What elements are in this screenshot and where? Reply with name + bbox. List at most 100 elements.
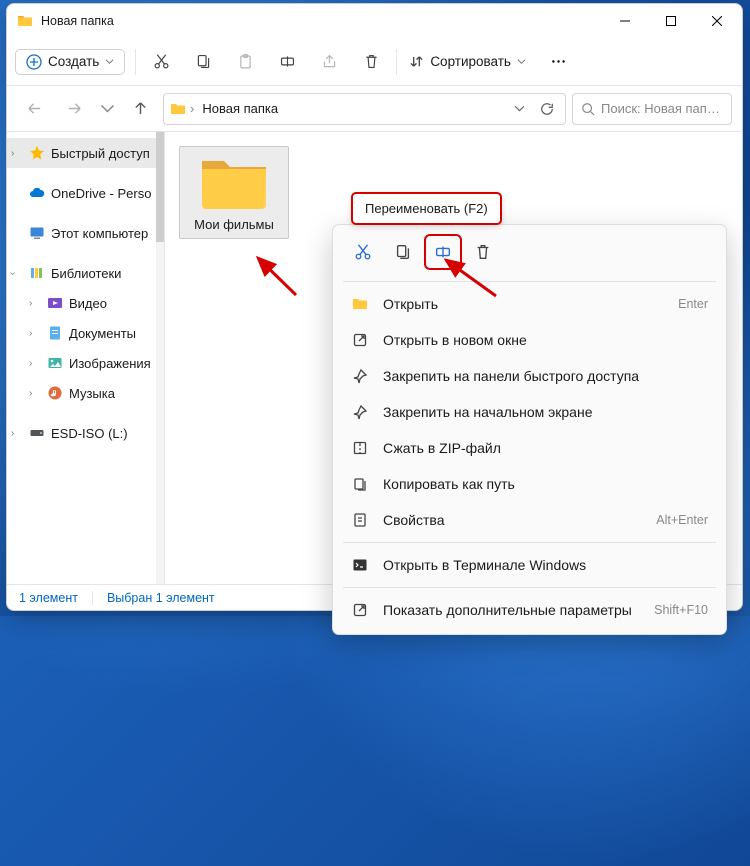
share-button[interactable] xyxy=(308,43,350,81)
sort-button-label: Сортировать xyxy=(430,54,511,69)
copy-button[interactable] xyxy=(182,43,224,81)
refresh-button[interactable] xyxy=(535,102,559,116)
sidebar-item-label: OneDrive - Perso xyxy=(51,186,151,201)
monitor-icon xyxy=(29,225,45,241)
ctx-show-more[interactable]: Показать дополнительные параметры Shift+… xyxy=(333,592,726,628)
zip-icon xyxy=(351,440,369,456)
ctx-compress-zip[interactable]: Сжать в ZIP-файл xyxy=(333,430,726,466)
minimize-button[interactable] xyxy=(602,4,648,38)
sidebar-item-label: Музыка xyxy=(69,386,115,401)
ctx-open[interactable]: Открыть Enter xyxy=(333,286,726,322)
back-button[interactable] xyxy=(17,92,51,126)
ctx-properties[interactable]: Свойства Alt+Enter xyxy=(333,502,726,538)
copy-path-icon xyxy=(351,476,369,492)
separator xyxy=(343,587,716,588)
sidebar-item-music[interactable]: › Музыка xyxy=(7,378,164,408)
more-button[interactable] xyxy=(538,43,580,81)
toolbar: Создать Сортировать xyxy=(7,38,742,86)
annotation-arrow xyxy=(436,254,506,304)
star-icon xyxy=(29,145,45,161)
chevron-right-icon: › xyxy=(29,388,32,399)
sidebar-item-documents[interactable]: › Документы xyxy=(7,318,164,348)
chevron-down-icon xyxy=(517,57,526,66)
ctx-label: Открыть xyxy=(383,296,664,312)
new-button[interactable]: Создать xyxy=(15,49,125,75)
ctx-pin-start[interactable]: Закрепить на начальном экране xyxy=(333,394,726,430)
chevron-down-icon: › xyxy=(7,271,18,274)
sidebar-item-libraries[interactable]: › Библиотеки xyxy=(7,258,164,288)
ctx-shortcut: Enter xyxy=(678,297,708,311)
title-bar: Новая папка xyxy=(7,4,742,38)
pictures-icon xyxy=(47,355,63,371)
tooltip-text: Переименовать (F2) xyxy=(365,201,488,216)
cloud-icon xyxy=(29,185,45,201)
video-icon xyxy=(47,295,63,311)
sidebar-item-video[interactable]: › Видео xyxy=(7,288,164,318)
ctx-open-new-window[interactable]: Открыть в новом окне xyxy=(333,322,726,358)
document-icon xyxy=(47,325,63,341)
folder-item[interactable]: Мои фильмы xyxy=(179,146,289,239)
chevron-right-icon: › xyxy=(29,328,32,339)
chevron-down-icon xyxy=(105,57,114,66)
chevron-right-icon: › xyxy=(29,358,32,369)
separator xyxy=(135,49,136,75)
window-title: Новая папка xyxy=(41,14,114,28)
ctx-shortcut: Shift+F10 xyxy=(654,603,708,617)
delete-button[interactable] xyxy=(350,43,392,81)
separator xyxy=(343,281,716,282)
maximize-button[interactable] xyxy=(648,4,694,38)
forward-button[interactable] xyxy=(57,92,91,126)
status-selection: Выбран 1 элемент xyxy=(107,591,215,605)
libraries-icon xyxy=(29,265,45,281)
separator xyxy=(343,542,716,543)
drive-icon xyxy=(29,425,45,441)
separator xyxy=(92,591,93,605)
navigation-pane: › Быстрый доступ OneDrive - Perso Этот к… xyxy=(7,132,165,584)
ctx-open-terminal[interactable]: Открыть в Терминале Windows xyxy=(333,547,726,583)
ctx-label: Открыть в новом окне xyxy=(383,332,708,348)
sidebar-item-label: Видео xyxy=(69,296,107,311)
recent-locations-button[interactable] xyxy=(97,92,117,126)
folder-icon xyxy=(170,101,186,117)
paste-button[interactable] xyxy=(224,43,266,81)
up-button[interactable] xyxy=(123,92,157,126)
annotation-arrow xyxy=(246,250,306,300)
sort-icon xyxy=(409,54,424,69)
ctx-pin-quick-access[interactable]: Закрепить на панели быстрого доступа xyxy=(333,358,726,394)
rename-button[interactable] xyxy=(266,43,308,81)
ctx-label: Закрепить на панели быстрого доступа xyxy=(383,368,708,384)
search-icon xyxy=(581,102,595,116)
breadcrumb-item[interactable]: Новая папка xyxy=(198,99,282,118)
new-button-label: Создать xyxy=(48,54,99,69)
sidebar-item-onedrive[interactable]: OneDrive - Perso xyxy=(7,178,164,208)
address-chevron-icon[interactable] xyxy=(507,103,531,114)
search-input[interactable]: Поиск: Новая пап… xyxy=(572,93,732,125)
sort-button[interactable]: Сортировать xyxy=(401,50,534,73)
sidebar-item-drive[interactable]: › ESD-ISO (L:) xyxy=(7,418,164,448)
ctx-cut-button[interactable] xyxy=(345,235,381,269)
cut-button[interactable] xyxy=(140,43,182,81)
navigation-bar: › Новая папка Поиск: Новая пап… xyxy=(7,86,742,132)
sidebar-item-this-pc[interactable]: Этот компьютер xyxy=(7,218,164,248)
sidebar-item-pictures[interactable]: › Изображения xyxy=(7,348,164,378)
pin-icon xyxy=(351,368,369,384)
ctx-copy-button[interactable] xyxy=(385,235,421,269)
scrollbar-thumb[interactable] xyxy=(156,132,164,242)
folder-icon xyxy=(351,296,369,312)
chevron-right-icon: › xyxy=(29,298,32,309)
sidebar-item-label: Библиотеки xyxy=(51,266,121,281)
address-bar[interactable]: › Новая папка xyxy=(163,93,566,125)
ctx-label: Открыть в Терминале Windows xyxy=(383,557,708,573)
terminal-icon xyxy=(351,557,369,573)
status-count: 1 элемент xyxy=(19,591,78,605)
context-menu-icon-row xyxy=(333,231,726,277)
ctx-copy-path[interactable]: Копировать как путь xyxy=(333,466,726,502)
ctx-label: Копировать как путь xyxy=(383,476,708,492)
sidebar-item-quick-access[interactable]: › Быстрый доступ xyxy=(7,138,164,168)
folder-icon xyxy=(17,13,33,29)
chevron-right-icon: › xyxy=(11,148,14,159)
close-button[interactable] xyxy=(694,4,740,38)
sidebar-item-label: Изображения xyxy=(69,356,151,371)
folder-icon xyxy=(199,153,269,211)
ctx-label: Сжать в ZIP-файл xyxy=(383,440,708,456)
